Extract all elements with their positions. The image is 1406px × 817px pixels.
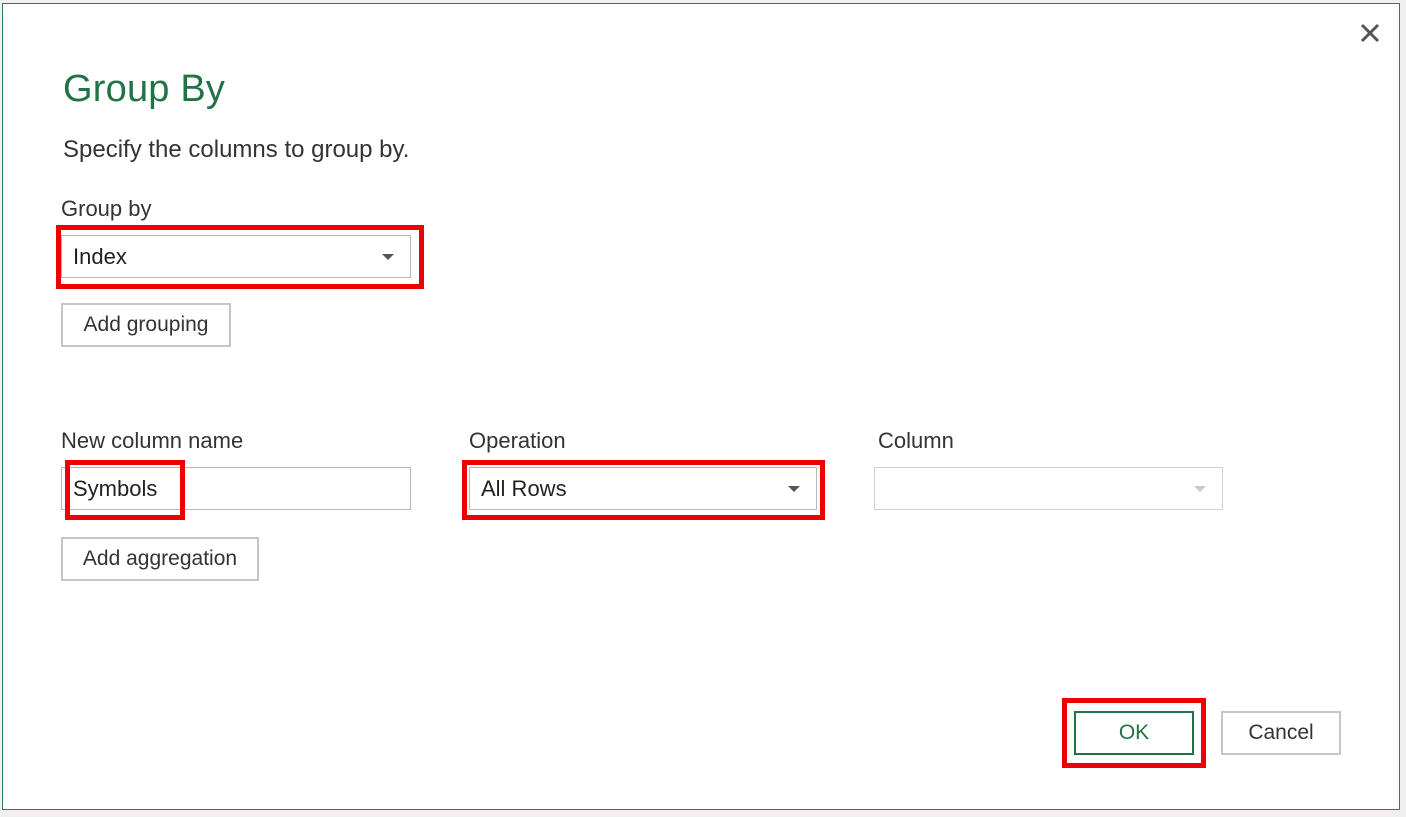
- ok-button[interactable]: OK: [1074, 711, 1194, 755]
- operation-selected-value: All Rows: [481, 475, 567, 501]
- add-grouping-button[interactable]: Add grouping: [61, 303, 231, 347]
- operation-select[interactable]: All Rows: [469, 467, 817, 510]
- chevron-down-icon: [788, 486, 800, 492]
- group-by-select[interactable]: Index: [61, 235, 411, 278]
- dialog-subtitle: Specify the columns to group by.: [63, 136, 410, 163]
- add-aggregation-button[interactable]: Add aggregation: [61, 537, 259, 581]
- column-select[interactable]: [874, 467, 1223, 510]
- column-label: Column: [878, 428, 954, 453]
- cancel-button[interactable]: Cancel: [1221, 711, 1341, 755]
- dialog-title: Group By: [63, 68, 226, 110]
- close-button[interactable]: [1355, 18, 1385, 48]
- chevron-down-icon: [382, 254, 394, 260]
- operation-label: Operation: [469, 428, 566, 453]
- new-column-name-value: Symbols: [73, 475, 158, 501]
- group-by-label: Group by: [61, 196, 152, 221]
- close-icon: [1360, 23, 1380, 43]
- group-by-dialog: Group By Specify the columns to group by…: [2, 3, 1400, 810]
- group-by-selected-value: Index: [73, 243, 127, 269]
- new-column-name-label: New column name: [61, 428, 244, 453]
- chevron-down-icon: [1194, 486, 1206, 492]
- new-column-name-input[interactable]: Symbols: [61, 467, 411, 510]
